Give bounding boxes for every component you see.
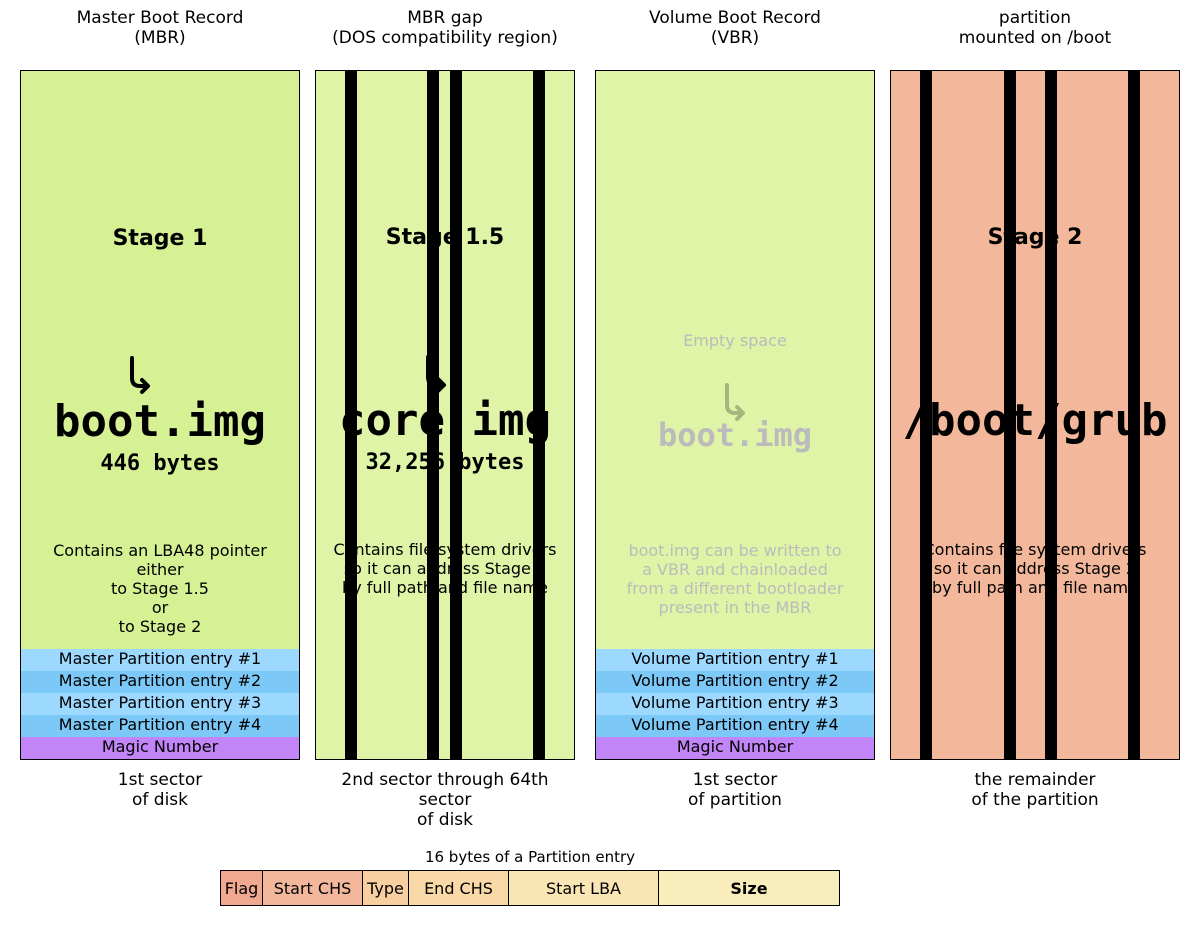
label-partition: partition mounted on /boot xyxy=(890,8,1180,48)
vbr-desc: boot.img can be written to a VBR and cha… xyxy=(596,541,874,617)
legend-row: Flag Start CHS Type End CHS Start LBA Si… xyxy=(220,870,840,906)
label-vbr: Volume Boot Record (VBR) xyxy=(595,8,875,48)
volume-partition-entries: Volume Partition entry #1 Volume Partiti… xyxy=(596,649,874,737)
volume-entry-4: Volume Partition entry #4 xyxy=(596,715,874,737)
stage1-file: boot.img xyxy=(21,396,299,447)
label-sector1: 1st sector of disk xyxy=(20,770,300,810)
stage1-desc: Contains an LBA48 pointer either to Stag… xyxy=(21,541,299,636)
master-entry-4: Master Partition entry #4 xyxy=(21,715,299,737)
arrow-icon xyxy=(126,356,156,396)
volume-entry-2: Volume Partition entry #2 xyxy=(596,671,874,693)
master-partition-entries: Master Partition entry #1 Master Partiti… xyxy=(21,649,299,737)
master-entry-2: Master Partition entry #2 xyxy=(21,671,299,693)
volume-entry-1: Volume Partition entry #1 xyxy=(596,649,874,671)
stage1-title: Stage 1 xyxy=(21,226,299,251)
vbr-empty: Empty space xyxy=(596,331,874,350)
label-mbr: Master Boot Record (MBR) xyxy=(20,8,300,48)
gap-column: Stage 1.5 core.img 32,256 bytes Contains… xyxy=(315,70,575,760)
magic-number-2: Magic Number xyxy=(596,737,874,759)
volume-entry-3: Volume Partition entry #3 xyxy=(596,693,874,715)
legend-start-chs: Start CHS xyxy=(263,871,363,905)
stage1-bytes: 446 bytes xyxy=(21,451,299,476)
label-sector1-partition: 1st sector of partition xyxy=(595,770,875,810)
mbr-column: Stage 1 boot.img 446 bytes Contains an L… xyxy=(20,70,300,760)
label-sector2-64: 2nd sector through 64th sector of disk xyxy=(315,770,575,830)
vbr-file: boot.img xyxy=(596,416,874,454)
vbr-column: Empty space boot.img boot.img can be wri… xyxy=(595,70,875,760)
grub-boot-diagram: Master Boot Record (MBR) MBR gap (DOS co… xyxy=(0,0,1200,937)
master-entry-3: Master Partition entry #3 xyxy=(21,693,299,715)
legend-start-lba: Start LBA xyxy=(509,871,659,905)
magic-number-1: Magic Number xyxy=(21,737,299,759)
boot-partition-column: Stage 2 /boot/grub Contains file system … xyxy=(890,70,1180,760)
legend-type: Type xyxy=(363,871,409,905)
legend-end-chs: End CHS xyxy=(409,871,509,905)
legend-size: Size xyxy=(659,871,839,905)
legend-title: 16 bytes of a Partition entry Flag Start… xyxy=(220,848,840,906)
legend-flag: Flag xyxy=(221,871,263,905)
label-sector-rest: the remainder of the partition xyxy=(890,770,1180,810)
master-entry-1: Master Partition entry #1 xyxy=(21,649,299,671)
label-gap: MBR gap (DOS compatibility region) xyxy=(315,8,575,48)
